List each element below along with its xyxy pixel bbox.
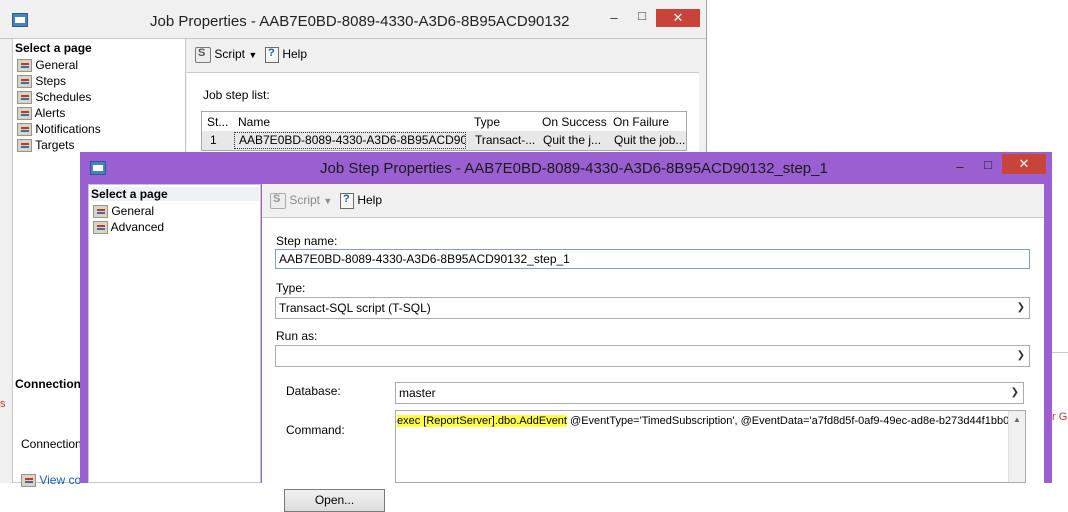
app-icon	[12, 13, 28, 27]
step-right-panel: Script ▼ Help Step name: Type: Transact-…	[262, 184, 1044, 512]
page-icon	[17, 91, 32, 105]
step-form: Step name: Type: Transact-SQL script (T-…	[262, 218, 1044, 512]
step-titlebar[interactable]: Job Step Properties - AAB7E0BD-8089-4330…	[80, 152, 1052, 184]
page-notifications[interactable]: Notifications	[17, 122, 101, 137]
chevron-down-icon: ▼	[248, 50, 258, 61]
maximize-button[interactable]: □	[628, 6, 656, 26]
script-button[interactable]: Script ▼	[270, 193, 332, 209]
open-button[interactable]: Open...	[284, 489, 385, 512]
page-general[interactable]: General	[93, 204, 154, 219]
command-editor[interactable]: exec [ReportServer].dbo.AddEvent @EventT…	[395, 410, 1026, 483]
view-connection-link[interactable]: View co	[21, 473, 81, 488]
page-icon	[17, 123, 32, 137]
database-label: Database:	[286, 384, 341, 398]
type-label: Type:	[276, 281, 306, 295]
column-header-on-success[interactable]: On Success	[542, 115, 607, 129]
type-select[interactable]: Transact-SQL script (T-SQL) ❯	[275, 297, 1030, 319]
cell-name: AAB7E0BD-8089-4330-A3D6-8B95ACD901...	[234, 132, 466, 149]
page-icon	[93, 205, 108, 219]
help-icon	[265, 47, 279, 63]
script-button[interactable]: Script ▼	[195, 47, 257, 63]
help-button[interactable]: Help	[265, 47, 307, 63]
command-highlight: exec [ReportServer].dbo.AddEvent	[397, 415, 567, 427]
chevron-down-icon: ❯	[1010, 387, 1019, 398]
page-schedules[interactable]: Schedules	[17, 90, 91, 105]
connection-heading: Connection	[15, 377, 81, 391]
command-text: exec [ReportServer].dbo.AddEvent @EventT…	[397, 415, 1011, 427]
chevron-down-icon: ❯	[1016, 302, 1025, 313]
column-header-step[interactable]: St...	[207, 115, 231, 129]
close-button[interactable]: ✕	[656, 9, 700, 27]
column-header-on-failure[interactable]: On Failure	[613, 115, 669, 129]
minimize-button[interactable]: –	[946, 157, 974, 177]
maximize-button[interactable]: □	[974, 155, 1002, 175]
step-pages-pane: Select a page General Advanced	[88, 184, 261, 483]
background-fragment-right: r G	[1052, 411, 1068, 423]
table-row[interactable]: 1 AAB7E0BD-8089-4330-A3D6-8B95ACD901... …	[202, 131, 686, 150]
run-as-label: Run as:	[276, 329, 318, 343]
page-advanced[interactable]: Advanced	[93, 220, 164, 235]
chevron-down-icon: ▼	[323, 196, 333, 207]
help-icon	[340, 193, 354, 209]
select-page-header: Select a page	[91, 187, 259, 201]
command-scrollbar[interactable]: ▲	[1008, 411, 1025, 482]
job-toolbar: Script ▼ Help	[187, 38, 699, 73]
page-icon	[17, 75, 32, 89]
command-rest: @EventType='TimedSubscription', @EventDa…	[566, 415, 1012, 427]
background-divider-right	[1050, 352, 1068, 353]
scroll-up-icon[interactable]: ▲	[1013, 415, 1021, 424]
page-icon	[17, 107, 32, 121]
page-icon	[93, 221, 108, 235]
app-icon	[90, 161, 106, 175]
chevron-down-icon: ❯	[1016, 350, 1025, 361]
select-page-header: Select a page	[15, 41, 92, 55]
page-alerts[interactable]: Alerts	[17, 106, 65, 121]
step-list-label: Job step list:	[203, 88, 270, 102]
page-targets[interactable]: Targets	[17, 138, 74, 153]
step-window-title: Job Step Properties - AAB7E0BD-8089-4330…	[320, 160, 828, 177]
page-icon	[17, 139, 32, 153]
job-window-title: Job Properties - AAB7E0BD-8089-4330-A3D6…	[150, 13, 570, 30]
connection-icon	[21, 474, 36, 488]
database-select[interactable]: master ❯	[395, 382, 1024, 404]
run-as-select[interactable]: ❯	[275, 345, 1030, 367]
cell-on-failure: Quit the job...	[614, 133, 686, 147]
background-fragment-left: s	[0, 398, 6, 410]
job-titlebar[interactable]: Job Properties - AAB7E0BD-8089-4330-A3D6…	[0, 0, 706, 39]
cell-on-success: Quit the j...	[543, 133, 602, 147]
step-toolbar: Script ▼ Help	[262, 184, 1044, 218]
job-step-properties-window: Job Step Properties - AAB7E0BD-8089-4330…	[80, 152, 1052, 512]
minimize-button[interactable]: –	[600, 8, 628, 28]
page-icon	[17, 59, 32, 73]
script-icon	[195, 47, 211, 63]
column-header-type[interactable]: Type	[474, 115, 500, 129]
connection-label: Connection:	[21, 437, 86, 451]
cell-type: Transact-...	[475, 133, 536, 147]
script-icon	[270, 193, 286, 209]
column-header-name[interactable]: Name	[238, 115, 270, 129]
cell-step: 1	[210, 133, 217, 147]
help-button[interactable]: Help	[340, 193, 382, 209]
page-general[interactable]: General	[17, 58, 78, 73]
step-name-label: Step name:	[276, 234, 338, 248]
close-button[interactable]: ✕	[1002, 154, 1046, 174]
command-label: Command:	[286, 423, 345, 437]
page-steps[interactable]: Steps	[17, 74, 66, 89]
step-grid[interactable]: St... Name Type On Success On Failure 1 …	[201, 111, 687, 151]
step-name-field[interactable]	[275, 249, 1030, 269]
